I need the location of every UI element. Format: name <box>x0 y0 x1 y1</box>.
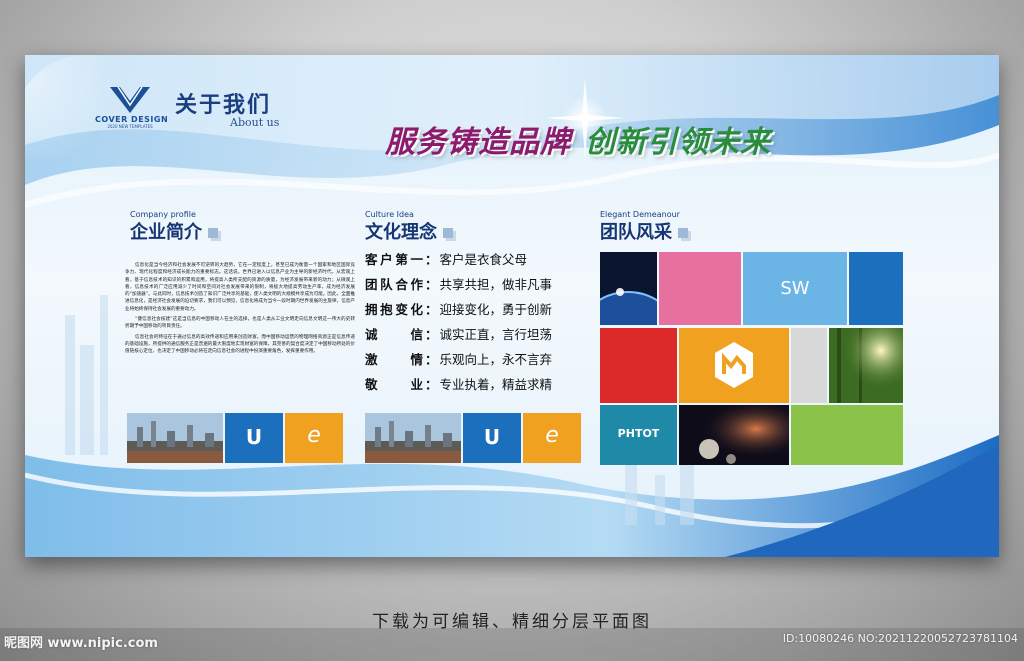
pink-tile <box>659 252 741 325</box>
culture-value: 迎接变化，勇于创新 <box>439 302 553 317</box>
tile-u: U <box>463 413 521 463</box>
profile-cn-label: 企业简介 <box>130 222 202 243</box>
tile-photo-label: PHTOT <box>617 427 660 440</box>
tile-logo <box>679 328 789 403</box>
culture-item: 拥抱变化：迎接变化，勇于创新 <box>365 299 580 324</box>
culture-item: 敬业：专业执着，精益求精 <box>365 374 580 399</box>
team-cn-label: 团队风采 <box>600 222 672 243</box>
profile-cn-title: 企业简介 <box>130 218 218 244</box>
space-photo <box>679 405 789 465</box>
tile-u-label: U <box>483 425 501 449</box>
slogan-part2: 创新引领未来 <box>585 125 771 160</box>
blue-tile <box>849 252 903 325</box>
earth-photo <box>600 252 657 325</box>
space-photo-graphic <box>679 405 789 465</box>
display-board: COVER DESIGN 2020 NEW TEMPLATES 关于我们 Abo… <box>25 55 999 557</box>
slogan: 服务铸造品牌 创新引领未来 <box>385 117 771 161</box>
culture-item: 客户第一：客户是衣食父母 <box>365 249 580 274</box>
logo-butterfly-icon <box>110 86 150 113</box>
green-tile <box>791 405 903 465</box>
watermark-id: ID:10080246 NO:20211220052723781104 <box>782 632 1018 645</box>
culture-colon: ： <box>425 277 438 292</box>
tile-e-label: e <box>307 423 321 448</box>
city-photo <box>127 413 223 463</box>
gray-tile <box>791 328 827 403</box>
logo-subtitle: 2020 NEW TEMPLATES <box>107 124 153 129</box>
culture-value: 乐观向上，永不言弃 <box>439 352 553 367</box>
culture-key: 团队合作 <box>365 277 423 292</box>
culture-value: 客户是衣食父母 <box>439 252 528 267</box>
profile-body: 信息化是当今经济和社会发展不可逆转的大趋势，它在一定程度上，甚至已成为衡量一个国… <box>125 262 355 359</box>
hexagon-logo-icon <box>715 342 753 388</box>
tile-u: U <box>225 413 283 463</box>
culture-item: 激情：乐观向上，永不言弃 <box>365 349 580 374</box>
culture-item: 团队合作：共享共担，做非凡事 <box>365 274 580 299</box>
tile-e: e <box>523 413 581 463</box>
slogan-part1: 服务铸造品牌 <box>385 125 571 160</box>
culture-key: 客户第一 <box>365 252 423 267</box>
culture-key: 诚信 <box>365 327 423 342</box>
logo-name: COVER DESIGN <box>95 115 169 124</box>
city-photo-graphic <box>127 413 223 463</box>
culture-value: 专业执着，精益求精 <box>439 377 553 392</box>
watermark-site: 昵图网 www.nipic.com <box>4 636 158 651</box>
culture-colon: ： <box>425 252 438 267</box>
profile-paragraph: 信息化是当今经济和社会发展不可逆转的大趋势，它在一定程度上，甚至已成为衡量一个国… <box>125 263 355 312</box>
tile-e-label: e <box>545 423 559 448</box>
earth-photo-graphic <box>600 252 657 325</box>
profile-paragraph: “健信息社会核建”这是当信息的中国移动人在主的选择，也是人类从工业文明走向信息文… <box>125 317 355 330</box>
city-photo <box>365 413 461 463</box>
red-tile <box>600 328 677 403</box>
culture-colon: ： <box>425 377 438 392</box>
profile-paragraph: 信息社会的特征在于通过信息的高效传递和应用来创造财富。而中国移动运营的物理网络资… <box>125 334 355 355</box>
tile-e: e <box>285 413 343 463</box>
square-decor-icon <box>678 228 688 238</box>
culture-cn-label: 文化理念 <box>365 222 437 243</box>
culture-key: 激情 <box>365 352 423 367</box>
city-photo-graphic <box>365 413 461 463</box>
company-logo: COVER DESIGN 2020 NEW TEMPLATES <box>95 85 169 129</box>
square-decor-icon <box>443 228 453 238</box>
tile-u-label: U <box>245 425 263 449</box>
culture-value: 诚实正直，言行坦荡 <box>439 327 553 342</box>
culture-colon: ： <box>425 352 438 367</box>
square-decor-icon <box>208 228 218 238</box>
culture-cn-title: 文化理念 <box>365 218 453 244</box>
culture-key: 拥抱变化 <box>365 302 423 317</box>
about-subtitle: About us <box>230 116 280 129</box>
culture-key: 敬业 <box>365 377 423 392</box>
culture-colon: ： <box>425 327 438 342</box>
culture-item: 诚信：诚实正直，言行坦荡 <box>365 324 580 349</box>
about-title: 关于我们 <box>175 92 272 118</box>
tile-photo: PHTOT <box>600 405 677 465</box>
forest-photo-graphic <box>829 328 903 403</box>
forest-photo <box>829 328 903 403</box>
tile-sw: SW <box>743 252 847 325</box>
culture-colon: ： <box>425 302 438 317</box>
culture-list: 客户第一：客户是衣食父母 团队合作：共享共担，做非凡事 拥抱变化：迎接变化，勇于… <box>365 249 580 399</box>
tile-sw-label: SW <box>780 278 810 299</box>
culture-value: 共享共担，做非凡事 <box>439 277 553 292</box>
team-cn-title: 团队风采 <box>600 218 688 244</box>
